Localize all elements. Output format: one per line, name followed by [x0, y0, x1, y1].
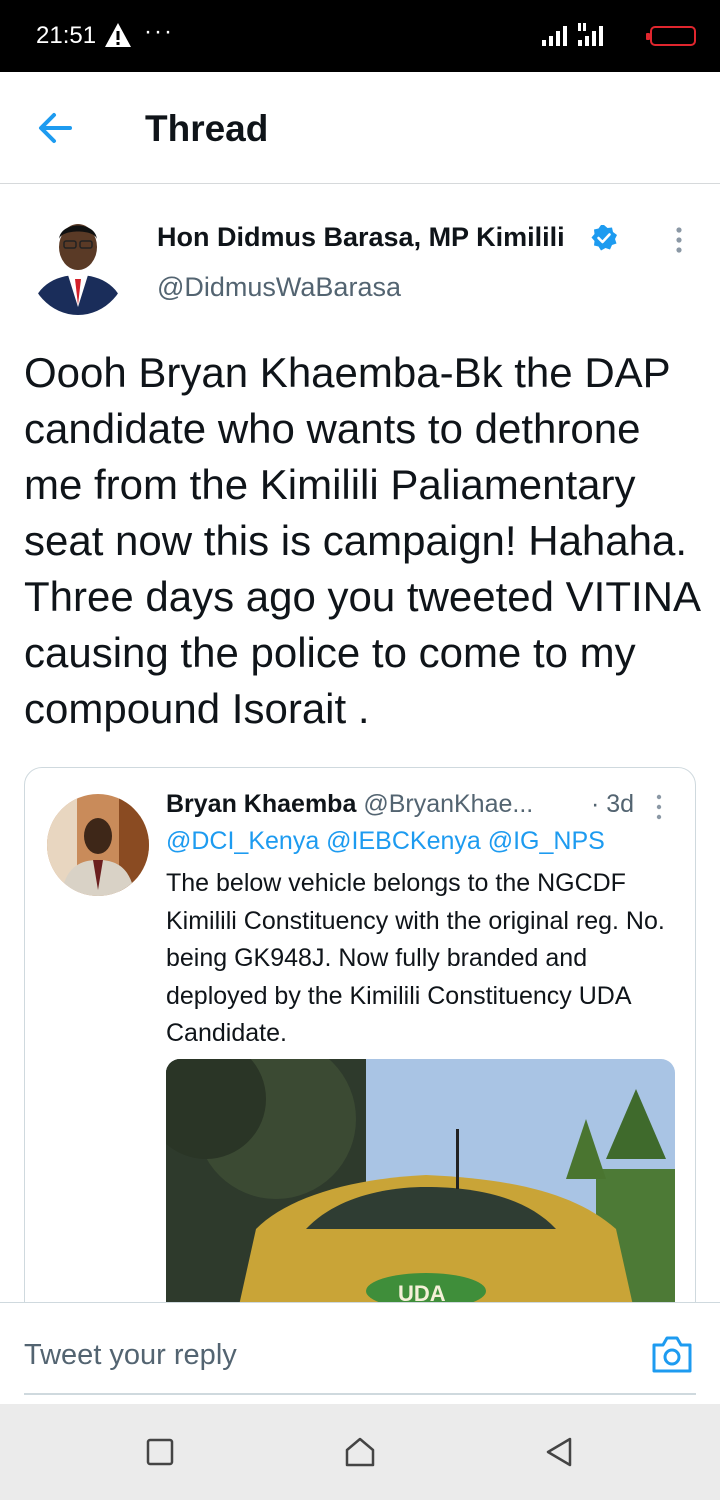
recents-square-icon[interactable]: [142, 1434, 178, 1470]
status-overflow-dots: ···: [144, 18, 174, 45]
reply-input[interactable]: Tweet your reply: [24, 1339, 237, 1372]
verified-badge-icon: [591, 225, 617, 251]
back-triangle-icon[interactable]: [541, 1434, 577, 1470]
quoted-tweet-image[interactable]: UDA: [166, 1059, 675, 1319]
author-handle[interactable]: @DidmusWaBarasa: [157, 272, 401, 303]
battery-icon: [646, 26, 696, 46]
author-name[interactable]: Hon Didmus Barasa, MP Kimilili: [157, 222, 565, 253]
more-options-icon[interactable]: [664, 222, 694, 258]
quoted-tweet-card[interactable]: Bryan Khaemba @BryanKhae... · 3d @DCI_Ke…: [24, 767, 696, 1327]
warning-icon: [105, 23, 131, 47]
quoted-author-name[interactable]: Bryan Khaemba: [166, 790, 356, 818]
tweet-text: Oooh Bryan Khaemba-Bk the DAP candidate …: [24, 349, 699, 732]
page-title: Thread: [145, 108, 269, 149]
quoted-tweet-time: · 3d: [591, 790, 635, 818]
thread-header: Thread: [0, 72, 720, 184]
quoted-author-handle[interactable]: @BryanKhae...: [363, 790, 533, 818]
status-bar: 21:51 ···: [0, 0, 720, 72]
quoted-more-icon[interactable]: [653, 792, 665, 822]
system-nav-bar: [0, 1404, 720, 1500]
author-avatar[interactable]: [28, 207, 128, 315]
reply-underline: [24, 1393, 696, 1395]
home-icon[interactable]: [342, 1434, 378, 1470]
quoted-tweet-mentions[interactable]: @DCI_Kenya @IEBCKenya @IG_NPS: [166, 827, 605, 856]
reply-bar: Tweet your reply: [0, 1302, 720, 1404]
camera-icon[interactable]: [650, 1333, 694, 1375]
quoted-tweet-text: The below vehicle belongs to the NGCDF K…: [166, 869, 665, 1047]
status-time: 21:51: [36, 22, 97, 49]
signal-icon: [542, 23, 603, 46]
arrow-left-icon[interactable]: [32, 106, 80, 150]
quoted-author-avatar[interactable]: [47, 794, 149, 896]
